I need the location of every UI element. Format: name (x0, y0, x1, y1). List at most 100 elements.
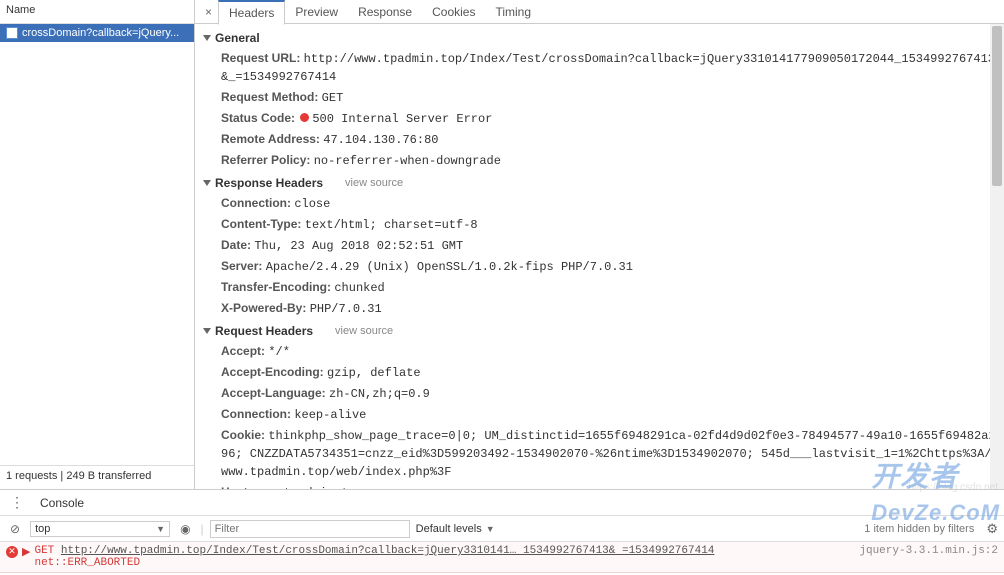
status-dot-icon (300, 113, 309, 122)
close-details-button[interactable]: × (199, 3, 218, 21)
header-key: Date: (221, 238, 254, 252)
header-key: Cookie: (221, 428, 268, 442)
header-row: Status Code: 500 Internal Server Error (199, 108, 1004, 129)
header-row: Server: Apache/2.4.29 (Unix) OpenSSL/1.0… (199, 256, 1004, 277)
details-tabs: × Headers Preview Response Cookies Timin… (195, 0, 1004, 24)
header-key: Accept-Language: (221, 386, 329, 400)
error-source-link[interactable]: jquery-3.3.1.min.js:2 (859, 545, 998, 557)
chevron-down-icon (203, 35, 211, 41)
section-request-headers-header[interactable]: Request Headers view source (199, 319, 1004, 341)
context-value: top (35, 523, 50, 535)
request-item-label: crossDomain?callback=jQuery... (22, 27, 179, 39)
header-value: http://www.tpadmin.top/Index/Test/crossD… (221, 52, 995, 84)
header-value: Apache/2.4.29 (Unix) OpenSSL/1.0.2k-fips… (266, 260, 633, 274)
file-icon (6, 27, 18, 39)
error-url: http://www.tpadmin.top/Index/Test/crossD… (61, 545, 715, 557)
log-levels-selector[interactable]: Default levels ▼ (416, 523, 495, 535)
scrollbar[interactable] (990, 24, 1004, 489)
requests-summary: 1 requests | 249 B transferred (0, 465, 194, 489)
chevron-down-icon: ▼ (486, 524, 495, 534)
header-row: Referrer Policy: no-referrer-when-downgr… (199, 150, 1004, 171)
section-title: Request Headers (215, 324, 313, 338)
name-column-header[interactable]: Name (0, 0, 194, 24)
context-selector[interactable]: top ▼ (30, 521, 170, 537)
tab-headers[interactable]: Headers (218, 0, 285, 25)
console-drawer-bar: ⋮ Console (0, 490, 1004, 516)
header-row: X-Powered-By: PHP/7.0.31 (199, 298, 1004, 319)
tab-timing[interactable]: Timing (485, 1, 541, 23)
eye-icon[interactable]: ◉ (176, 522, 194, 536)
headers-content: General Request URL: http://www.tpadmin.… (195, 24, 1004, 489)
header-row: Accept: */* (199, 341, 1004, 362)
error-icon: ✕ (6, 546, 18, 558)
console-filter-bar: ⊘ top ▼ ◉ | Default levels ▼ 1 item hidd… (0, 516, 1004, 542)
header-row: Cookie: thinkphp_show_page_trace=0|0; UM… (199, 425, 1004, 482)
header-value: */* (268, 345, 290, 359)
header-row: Connection: keep-alive (199, 404, 1004, 425)
header-key: Accept: (221, 344, 268, 358)
header-key: Accept-Encoding: (221, 365, 327, 379)
drawer-menu-icon[interactable]: ⋮ (6, 494, 28, 511)
header-value: 500 Internal Server Error (312, 112, 492, 126)
header-row: Remote Address: 47.104.130.76:80 (199, 129, 1004, 150)
filter-input[interactable] (210, 520, 410, 538)
header-key: X-Powered-By: (221, 301, 310, 315)
header-key: Connection: (221, 196, 294, 210)
header-value: chunked (334, 281, 384, 295)
header-row: Content-Type: text/html; charset=utf-8 (199, 214, 1004, 235)
request-details-panel: × Headers Preview Response Cookies Timin… (195, 0, 1004, 489)
header-value: GET (322, 91, 344, 105)
console-tab[interactable]: Console (36, 496, 88, 510)
header-value: Thu, 23 Aug 2018 02:52:51 GMT (254, 239, 463, 253)
header-row: Request URL: http://www.tpadmin.top/Inde… (199, 48, 1004, 87)
header-value: PHP/7.0.31 (310, 302, 382, 316)
gear-icon[interactable]: ⚙ (986, 521, 998, 537)
divider: | (201, 522, 204, 536)
header-value: zh-CN,zh;q=0.9 (329, 387, 430, 401)
header-value: close (294, 197, 330, 211)
tab-response[interactable]: Response (348, 1, 422, 23)
header-key: Transfer-Encoding: (221, 280, 334, 294)
request-list: crossDomain?callback=jQuery... (0, 24, 194, 465)
header-row: Accept-Encoding: gzip, deflate (199, 362, 1004, 383)
tab-preview[interactable]: Preview (285, 1, 348, 23)
console-error-row[interactable]: ✕ ▶ GET http://www.tpadmin.top/Index/Tes… (0, 542, 1004, 573)
header-row: Date: Thu, 23 Aug 2018 02:52:51 GMT (199, 235, 1004, 256)
header-key: Content-Type: (221, 217, 305, 231)
header-key: Request URL: (221, 51, 304, 65)
view-source-link[interactable]: view source (335, 325, 393, 337)
levels-label: Default levels (416, 523, 482, 535)
header-value: text/html; charset=utf-8 (305, 218, 478, 232)
header-row: Connection: close (199, 193, 1004, 214)
header-key: Connection: (221, 407, 294, 421)
hidden-count[interactable]: 1 item hidden by filters (864, 523, 974, 535)
section-response-headers-header[interactable]: Response Headers view source (199, 171, 1004, 193)
chevron-down-icon: ▼ (156, 524, 165, 534)
tab-cookies[interactable]: Cookies (422, 1, 485, 23)
section-general-header[interactable]: General (199, 26, 1004, 48)
clear-console-icon[interactable]: ⊘ (6, 522, 24, 536)
header-row: Host: www.tpadmin.top (199, 482, 1004, 489)
view-source-link[interactable]: view source (345, 177, 403, 189)
header-value: thinkphp_show_page_trace=0|0; UM_distinc… (221, 429, 999, 479)
chevron-down-icon (203, 180, 211, 186)
header-key: Status Code: (221, 111, 298, 125)
header-key: Referrer Policy: (221, 153, 314, 167)
request-item-crossdomain[interactable]: crossDomain?callback=jQuery... (0, 24, 194, 42)
header-value: 47.104.130.76:80 (323, 133, 438, 147)
header-key: Remote Address: (221, 132, 323, 146)
header-value: www.tpadmin.top (255, 486, 363, 489)
network-requests-panel: Name crossDomain?callback=jQuery... 1 re… (0, 0, 195, 489)
section-title: General (215, 31, 260, 45)
header-value: no-referrer-when-downgrade (314, 154, 501, 168)
error-detail: net::ERR_ABORTED (34, 557, 140, 569)
section-title: Response Headers (215, 176, 323, 190)
header-key: Host: (221, 485, 255, 489)
header-value: keep-alive (294, 408, 366, 422)
header-value: gzip, deflate (327, 366, 421, 380)
chevron-down-icon (203, 328, 211, 334)
header-row: Accept-Language: zh-CN,zh;q=0.9 (199, 383, 1004, 404)
scrollbar-thumb[interactable] (992, 26, 1002, 186)
header-row: Request Method: GET (199, 87, 1004, 108)
header-row: Transfer-Encoding: chunked (199, 277, 1004, 298)
